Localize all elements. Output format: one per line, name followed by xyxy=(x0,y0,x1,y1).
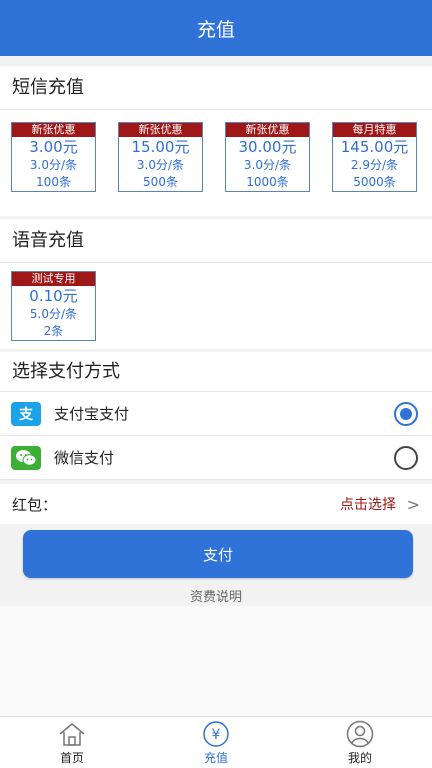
package-count: 1000条 xyxy=(246,175,289,189)
alipay-icon: 支 xyxy=(11,401,41,426)
tab-label: 我的 xyxy=(347,750,372,765)
pay-button[interactable]: 支付 xyxy=(23,530,413,578)
package-count: 500条 xyxy=(143,175,178,189)
package-tag: 新张优惠 xyxy=(119,123,202,137)
package-count: 100条 xyxy=(36,175,71,189)
sms-package-card[interactable]: 新张优惠 15.00元 3.0分/条 500条 xyxy=(118,122,203,192)
user-icon xyxy=(344,720,376,748)
payment-section-title: 选择支付方式 xyxy=(0,352,432,392)
tab-mine[interactable]: 我的 xyxy=(288,717,432,768)
package-price: 3.00元 xyxy=(29,138,78,156)
package-rate: 3.0分/条 xyxy=(136,158,185,172)
sms-package-list: 新张优惠 3.00元 3.0分/条 100条 新张优惠 15.00元 3.0分/… xyxy=(0,110,432,192)
hongbao-select-link[interactable]: 点击选择 xyxy=(340,494,396,514)
package-count: 5000条 xyxy=(353,175,396,189)
hongbao-label: 红包： xyxy=(12,495,58,514)
tab-recharge[interactable]: ¥ 充值 xyxy=(144,717,288,768)
package-price: 15.00元 xyxy=(131,138,190,156)
sms-package-card[interactable]: 新张优惠 30.00元 3.0分/条 1000条 xyxy=(225,122,310,192)
voice-package-card[interactable]: 测试专用 0.10元 5.0分/条 2条 xyxy=(11,271,96,341)
tab-label: 充值 xyxy=(203,750,228,765)
chevron-right-icon: > xyxy=(406,494,420,514)
package-rate: 5.0分/条 xyxy=(29,307,78,321)
bottom-tab-bar: 首页 ¥ 充值 我的 xyxy=(0,716,432,768)
hongbao-row[interactable]: 红包： 点击选择 > xyxy=(0,484,432,524)
package-rate: 3.0分/条 xyxy=(29,158,78,172)
sms-section-title: 短信充值 xyxy=(0,66,432,110)
package-tag: 新张优惠 xyxy=(226,123,309,137)
package-tag: 新张优惠 xyxy=(12,123,95,137)
home-icon xyxy=(56,720,88,748)
svg-text:¥: ¥ xyxy=(212,727,221,743)
payment-section: 选择支付方式 xyxy=(0,352,432,392)
sms-section: 短信充值 新张优惠 3.00元 3.0分/条 100条 新张优惠 15.00元 … xyxy=(0,66,432,216)
package-price: 145.00元 xyxy=(340,138,409,156)
payment-option-label: 微信支付 xyxy=(54,449,115,467)
package-rate: 2.9分/条 xyxy=(350,158,399,172)
radio-selected[interactable] xyxy=(394,401,418,426)
payment-option-label: 支付宝支付 xyxy=(54,405,130,423)
top-bar: 充值 xyxy=(0,0,432,56)
fee-description-link[interactable]: 资费说明 xyxy=(0,586,432,605)
package-price: 30.00元 xyxy=(238,138,297,156)
payment-option-wechat[interactable]: 微信支付 xyxy=(0,436,432,480)
tab-home[interactable]: 首页 xyxy=(0,717,144,768)
radio-unselected[interactable] xyxy=(394,445,418,470)
package-tag: 每月特惠 xyxy=(333,123,416,137)
sms-package-card[interactable]: 每月特惠 145.00元 2.9分/条 5000条 xyxy=(332,122,417,192)
voice-section: 语音充值 测试专用 0.10元 5.0分/条 2条 xyxy=(0,219,432,349)
sms-package-card[interactable]: 新张优惠 3.00元 3.0分/条 100条 xyxy=(11,122,96,192)
tab-label: 首页 xyxy=(59,750,84,765)
package-price: 0.10元 xyxy=(29,287,78,305)
package-tag: 测试专用 xyxy=(12,272,95,286)
package-count: 2条 xyxy=(43,324,64,338)
wechat-icon xyxy=(11,445,41,470)
empty-area xyxy=(0,606,432,716)
payment-option-alipay[interactable]: 支 支付宝支付 xyxy=(0,392,432,436)
voice-section-title: 语音充值 xyxy=(0,219,432,263)
package-rate: 3.0分/条 xyxy=(243,158,292,172)
page-title: 充值 xyxy=(196,18,235,41)
voice-package-list: 测试专用 0.10元 5.0分/条 2条 xyxy=(0,263,432,341)
yuan-icon: ¥ xyxy=(200,720,232,748)
